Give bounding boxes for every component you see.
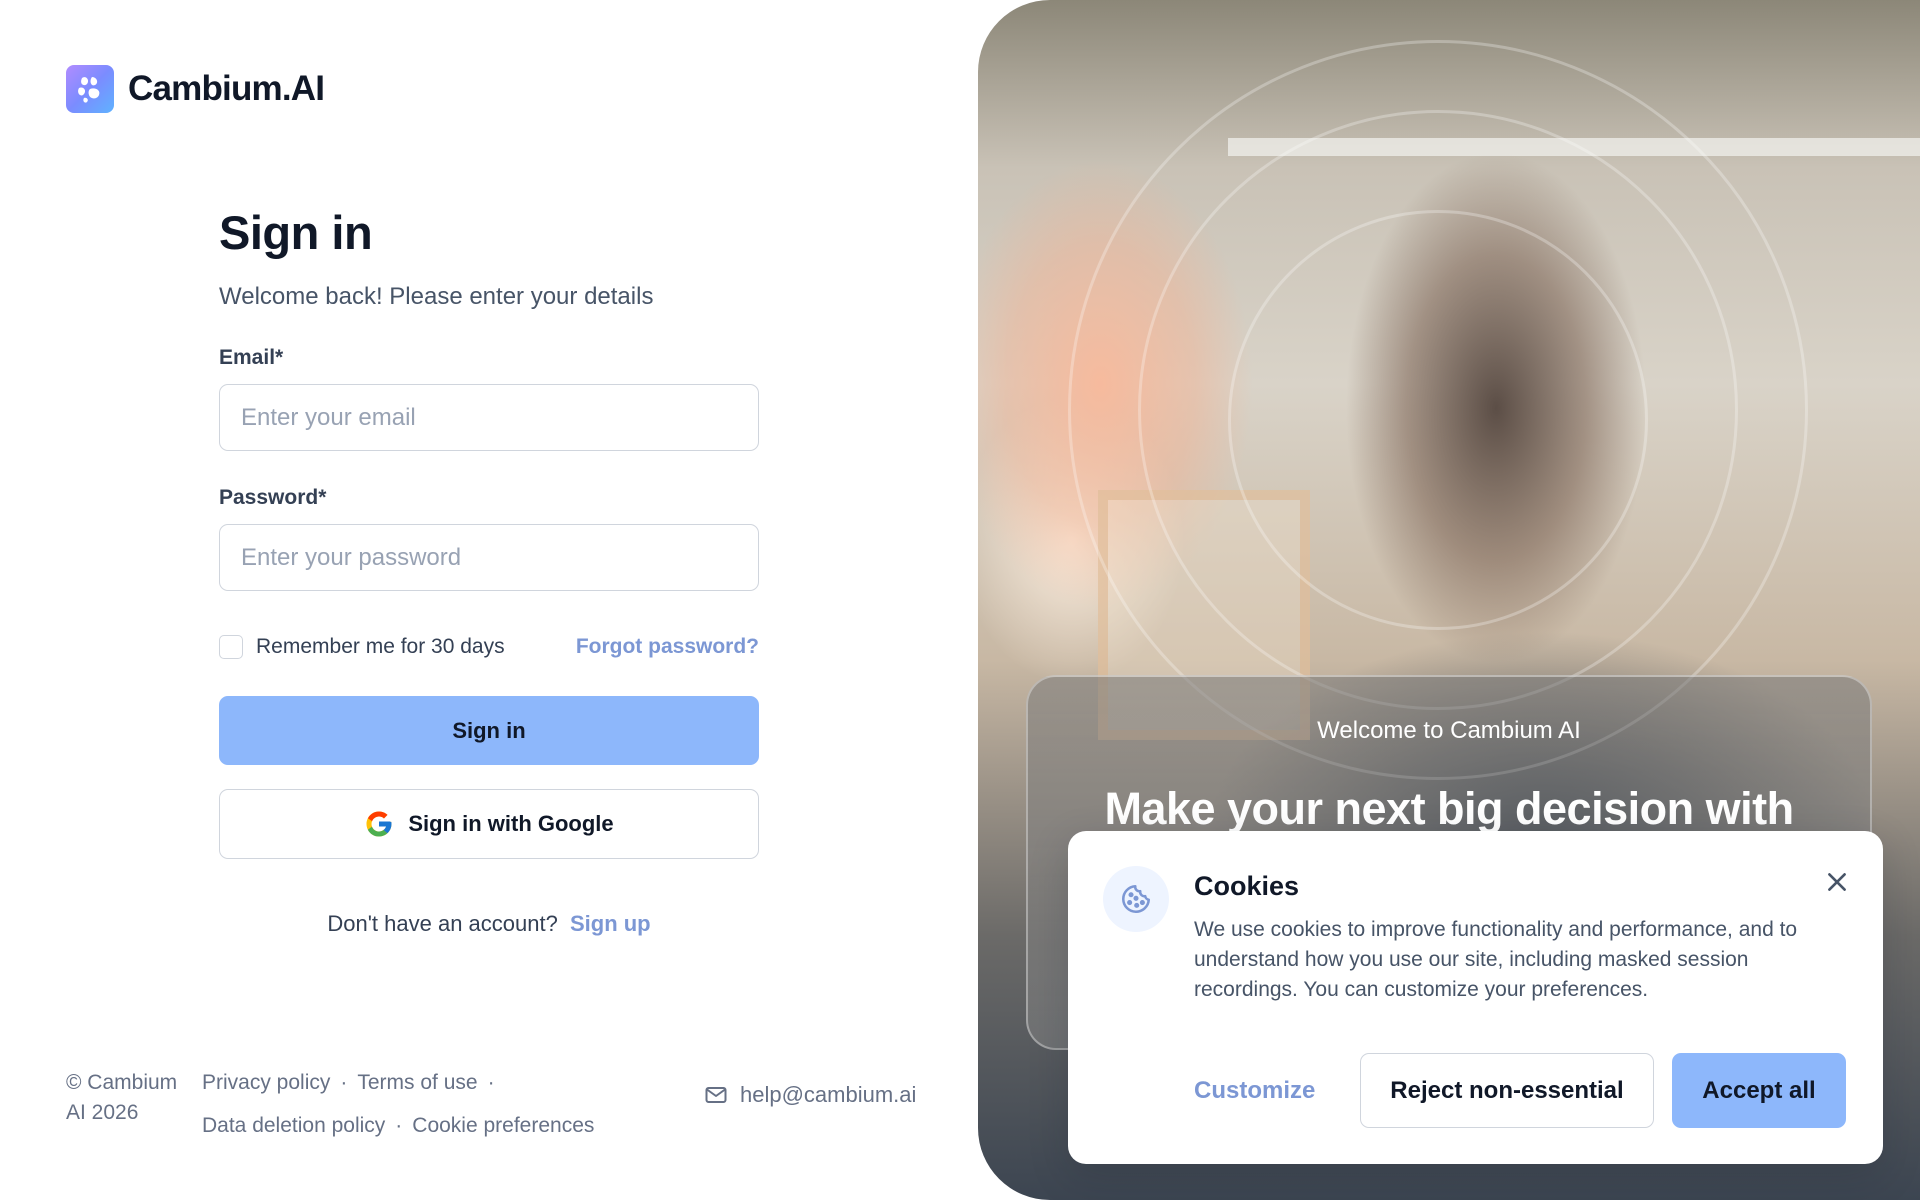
brand-name: Cambium.AI [128, 69, 325, 108]
privacy-policy-link[interactable]: Privacy policy [202, 1071, 330, 1094]
google-sign-in-button[interactable]: Sign in with Google [219, 789, 759, 859]
decorative-arc [1228, 210, 1648, 630]
email-label: Email* [219, 346, 284, 369]
close-icon [1828, 873, 1846, 891]
google-sign-in-label: Sign in with Google [408, 811, 614, 836]
footer-links: Privacy policy · Terms of use · Data deleti… [202, 1061, 672, 1147]
page-subtitle: Welcome back! Please enter your details [219, 283, 654, 310]
cookie-icon [1122, 884, 1151, 913]
signin-panel: Cambium.AI Sign in Welcome back! Please … [0, 0, 978, 1200]
password-label: Password* [219, 486, 327, 509]
google-icon [366, 811, 392, 837]
terms-of-use-link[interactable]: Terms of use [357, 1071, 477, 1094]
data-deletion-policy-link[interactable]: Data deletion policy [202, 1114, 385, 1137]
support-email[interactable]: help@cambium.ai [704, 1082, 916, 1108]
remember-me-label: Remember me for 30 days [256, 635, 505, 658]
remember-me[interactable]: Remember me for 30 days [219, 635, 505, 659]
sign-up-link[interactable]: Sign up [570, 911, 651, 936]
mail-icon [705, 1087, 727, 1103]
cambium-logo-icon [66, 65, 114, 113]
page-title: Sign in [219, 206, 373, 259]
forgot-password-link[interactable]: Forgot password? [576, 635, 759, 659]
welcome-headline: Make your next big decision with [1104, 783, 1794, 834]
signup-row: Don't have an account? Sign up [219, 911, 759, 937]
copyright-text: © Cambium AI 2026 [66, 1071, 178, 1124]
sign-in-button[interactable]: Sign in [219, 696, 759, 765]
email-field[interactable] [219, 384, 759, 451]
support-email-text: help@cambium.ai [740, 1082, 917, 1107]
customize-button[interactable]: Customize [1194, 1053, 1315, 1128]
no-account-text: Don't have an account? [327, 911, 558, 936]
welcome-eyebrow: Welcome to Cambium AI [1317, 717, 1581, 744]
accept-all-button[interactable]: Accept all [1672, 1053, 1846, 1128]
signin-form: Sign in Welcome back! Please enter your … [219, 200, 759, 937]
password-field[interactable] [219, 524, 759, 591]
separator-dot: · [487, 1071, 495, 1094]
reject-non-essential-button[interactable]: Reject non-essential [1360, 1053, 1654, 1128]
cookie-dialog: Cookies We use cookies to improve functi… [1068, 831, 1883, 1164]
separator-dot: · [340, 1071, 348, 1094]
form-options-row: Remember me for 30 days Forgot password? [219, 635, 759, 659]
remember-me-checkbox[interactable] [219, 635, 243, 659]
close-button[interactable] [1821, 866, 1853, 898]
cookie-preferences-link[interactable]: Cookie preferences [412, 1114, 594, 1137]
brand-logo[interactable]: Cambium.AI [66, 65, 325, 113]
cookie-dialog-text: We use cookies to improve functionality … [1194, 918, 1798, 1001]
separator-dot: · [395, 1114, 403, 1137]
cookie-icon-badge [1103, 866, 1169, 932]
cookie-dialog-title: Cookies [1194, 871, 1300, 901]
